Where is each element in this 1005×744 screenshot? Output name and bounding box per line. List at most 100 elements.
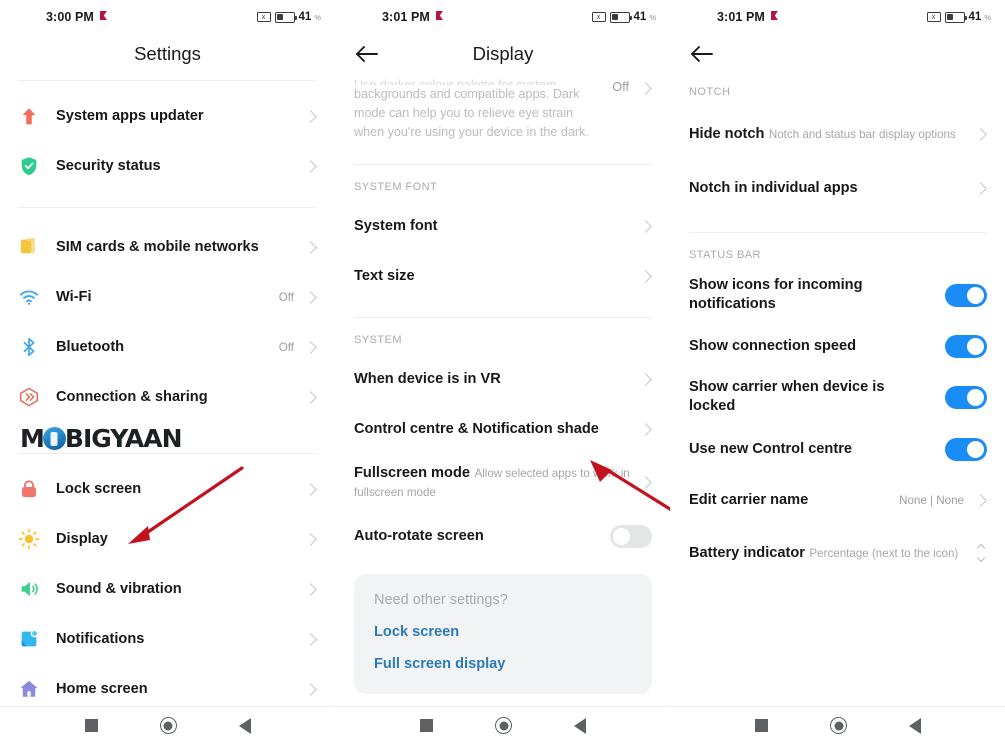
status-bar-time: 3:01 PM	[382, 10, 430, 24]
list-item-label: Battery indicator	[689, 544, 805, 561]
page-title: Display	[472, 43, 534, 64]
list-item-sublabel: Notch and status bar display options	[768, 127, 956, 141]
list-item-label: Use new Control centre	[689, 440, 852, 457]
battery-icon	[274, 11, 297, 23]
edit-carrier-name-value: None | None	[899, 493, 964, 507]
bluetooth-icon	[18, 336, 56, 358]
list-item-label: Auto-rotate screen	[354, 528, 484, 545]
sidebar-item-wifi[interactable]: Wi-Fi Off	[18, 272, 317, 322]
sidebar-item-connection-sharing[interactable]: Connection & sharing	[18, 372, 317, 422]
list-item-show-icons-for-incoming-notifications[interactable]: Show icons for incoming notifications	[689, 269, 987, 321]
dark-mode-row[interactable]: Use darker colour palette for system bac…	[354, 74, 652, 142]
list-item-show-carrier-when-locked[interactable]: Show carrier when device is locked	[689, 371, 987, 423]
list-item-label: Show connection speed	[689, 337, 857, 354]
back-triangle-icon[interactable]	[574, 717, 586, 734]
sidebar-item-bluetooth[interactable]: Bluetooth Off	[18, 322, 317, 372]
show-carrier-toggle[interactable]	[945, 385, 987, 409]
battery-percent: 41	[298, 11, 312, 23]
list-item-notch-in-individual-apps[interactable]: Notch in individual apps	[689, 162, 987, 214]
list-item-label: Show icons for incoming notifications	[689, 277, 863, 312]
show-connection-speed-toggle[interactable]	[945, 334, 987, 358]
home-circle-icon[interactable]	[830, 717, 847, 734]
list-item-hide-notch[interactable]: Hide notch Notch and status bar display …	[689, 106, 987, 162]
chevron-right-icon	[304, 482, 317, 496]
sidebar-item-security-status[interactable]: Security status	[18, 141, 317, 191]
system-nav-bar	[0, 706, 335, 744]
display-list: Use darker colour palette for system bac…	[336, 74, 670, 695]
status-bar-icons: x 41 %	[256, 11, 321, 23]
chevron-right-icon	[304, 682, 317, 696]
list-item-auto-rotate-screen[interactable]: Auto-rotate screen	[354, 510, 652, 562]
chevron-right-icon	[304, 532, 317, 546]
divider	[18, 453, 317, 454]
chevron-right-icon	[304, 340, 317, 354]
use-new-control-centre-toggle[interactable]	[945, 437, 987, 461]
brightness-sun-icon	[18, 528, 56, 550]
list-item-control-centre-notification-shade[interactable]: Control centre & Notification shade	[354, 404, 652, 454]
status-bar: 3:00 PM x 41 %	[0, 0, 335, 34]
section-notch: NOTCH	[689, 86, 731, 98]
list-item-edit-carrier-name[interactable]: Edit carrier name None | None	[689, 475, 987, 525]
back-triangle-icon[interactable]	[909, 717, 921, 734]
no-sim-icon: x	[591, 12, 606, 22]
chevron-right-icon	[304, 159, 317, 173]
shield-check-icon	[18, 155, 56, 177]
list-item-battery-indicator[interactable]: Battery indicator Percentage (next to th…	[689, 525, 987, 581]
no-sim-icon: x	[256, 12, 271, 22]
sidebar-item-label: Home screen	[56, 680, 148, 697]
list-item-text-size[interactable]: Text size	[354, 251, 652, 301]
list-item-when-device-is-in-vr[interactable]: When device is in VR	[354, 354, 652, 404]
connection-sharing-icon	[18, 386, 56, 408]
back-triangle-icon[interactable]	[238, 717, 251, 734]
settings-app-bar: Settings	[0, 34, 335, 74]
auto-rotate-toggle[interactable]	[610, 524, 652, 548]
no-sim-icon: x	[926, 12, 941, 22]
section-system: SYSTEM	[354, 334, 402, 347]
sidebar-item-display[interactable]: Display	[18, 514, 317, 564]
list-item-label: Control centre & Notification shade	[354, 421, 599, 438]
home-icon	[18, 678, 56, 700]
chevron-right-icon	[304, 390, 317, 404]
display-app-bar: Display	[336, 34, 670, 74]
battery-indicator-stepper-icon[interactable]	[975, 543, 987, 563]
status-bar-time: 3:01 PM	[717, 10, 765, 24]
list-item-use-new-control-centre[interactable]: Use new Control centre	[689, 423, 987, 475]
wifi-icon	[18, 286, 56, 308]
sidebar-item-notifications[interactable]: Notifications	[18, 614, 317, 664]
chevron-right-icon	[639, 220, 652, 233]
sidebar-item-sim-cards[interactable]: SIM cards & mobile networks	[18, 222, 317, 272]
dark-mode-value: Off	[612, 80, 629, 94]
recents-square-icon[interactable]	[420, 719, 433, 732]
status-bar-time: 3:00 PM	[46, 10, 94, 24]
recents-square-icon[interactable]	[755, 719, 768, 732]
sidebar-item-system-apps-updater[interactable]: System apps updater	[18, 91, 317, 141]
show-notification-icons-toggle[interactable]	[945, 283, 987, 307]
card-link-full-screen-display[interactable]: Full screen display	[374, 656, 632, 672]
chevron-right-icon	[639, 270, 652, 283]
settings-screen: 3:00 PM x 41 % Settings System apps upda…	[0, 0, 335, 744]
battery-percent: 41	[633, 11, 647, 23]
chevron-right-icon	[974, 493, 987, 507]
page-title: Settings	[134, 43, 201, 64]
back-arrow-icon[interactable]	[354, 43, 380, 65]
sidebar-item-value: Off	[278, 340, 294, 354]
list-item-fullscreen-mode[interactable]: Fullscreen mode Allow selected apps to w…	[354, 454, 652, 510]
watermark-text-part2: BIGYAAN	[64, 424, 183, 453]
speaker-icon	[18, 578, 56, 600]
list-item-show-connection-speed[interactable]: Show connection speed	[689, 321, 987, 371]
recents-square-icon[interactable]	[84, 719, 98, 732]
list-item-sublabel: Percentage (next to the icon)	[809, 546, 959, 560]
list-item-label: Fullscreen mode	[354, 465, 470, 482]
sidebar-item-sound-vibration[interactable]: Sound & vibration	[18, 564, 317, 614]
back-arrow-icon[interactable]	[689, 43, 715, 65]
home-circle-icon[interactable]	[495, 717, 512, 734]
upload-arrow-icon	[18, 105, 56, 127]
chevron-right-icon	[304, 582, 317, 596]
control-centre-list: NOTCH Hide notch Notch and status bar di…	[671, 74, 1005, 581]
list-item-system-font[interactable]: System font	[354, 201, 652, 251]
card-link-lock-screen[interactable]: Lock screen	[374, 624, 632, 640]
home-circle-icon[interactable]	[159, 717, 177, 734]
sidebar-item-lock-screen[interactable]: Lock screen	[18, 464, 317, 514]
sidebar-item-label: Wi-Fi	[56, 288, 92, 305]
list-item-label: Notch in individual apps	[689, 179, 858, 196]
